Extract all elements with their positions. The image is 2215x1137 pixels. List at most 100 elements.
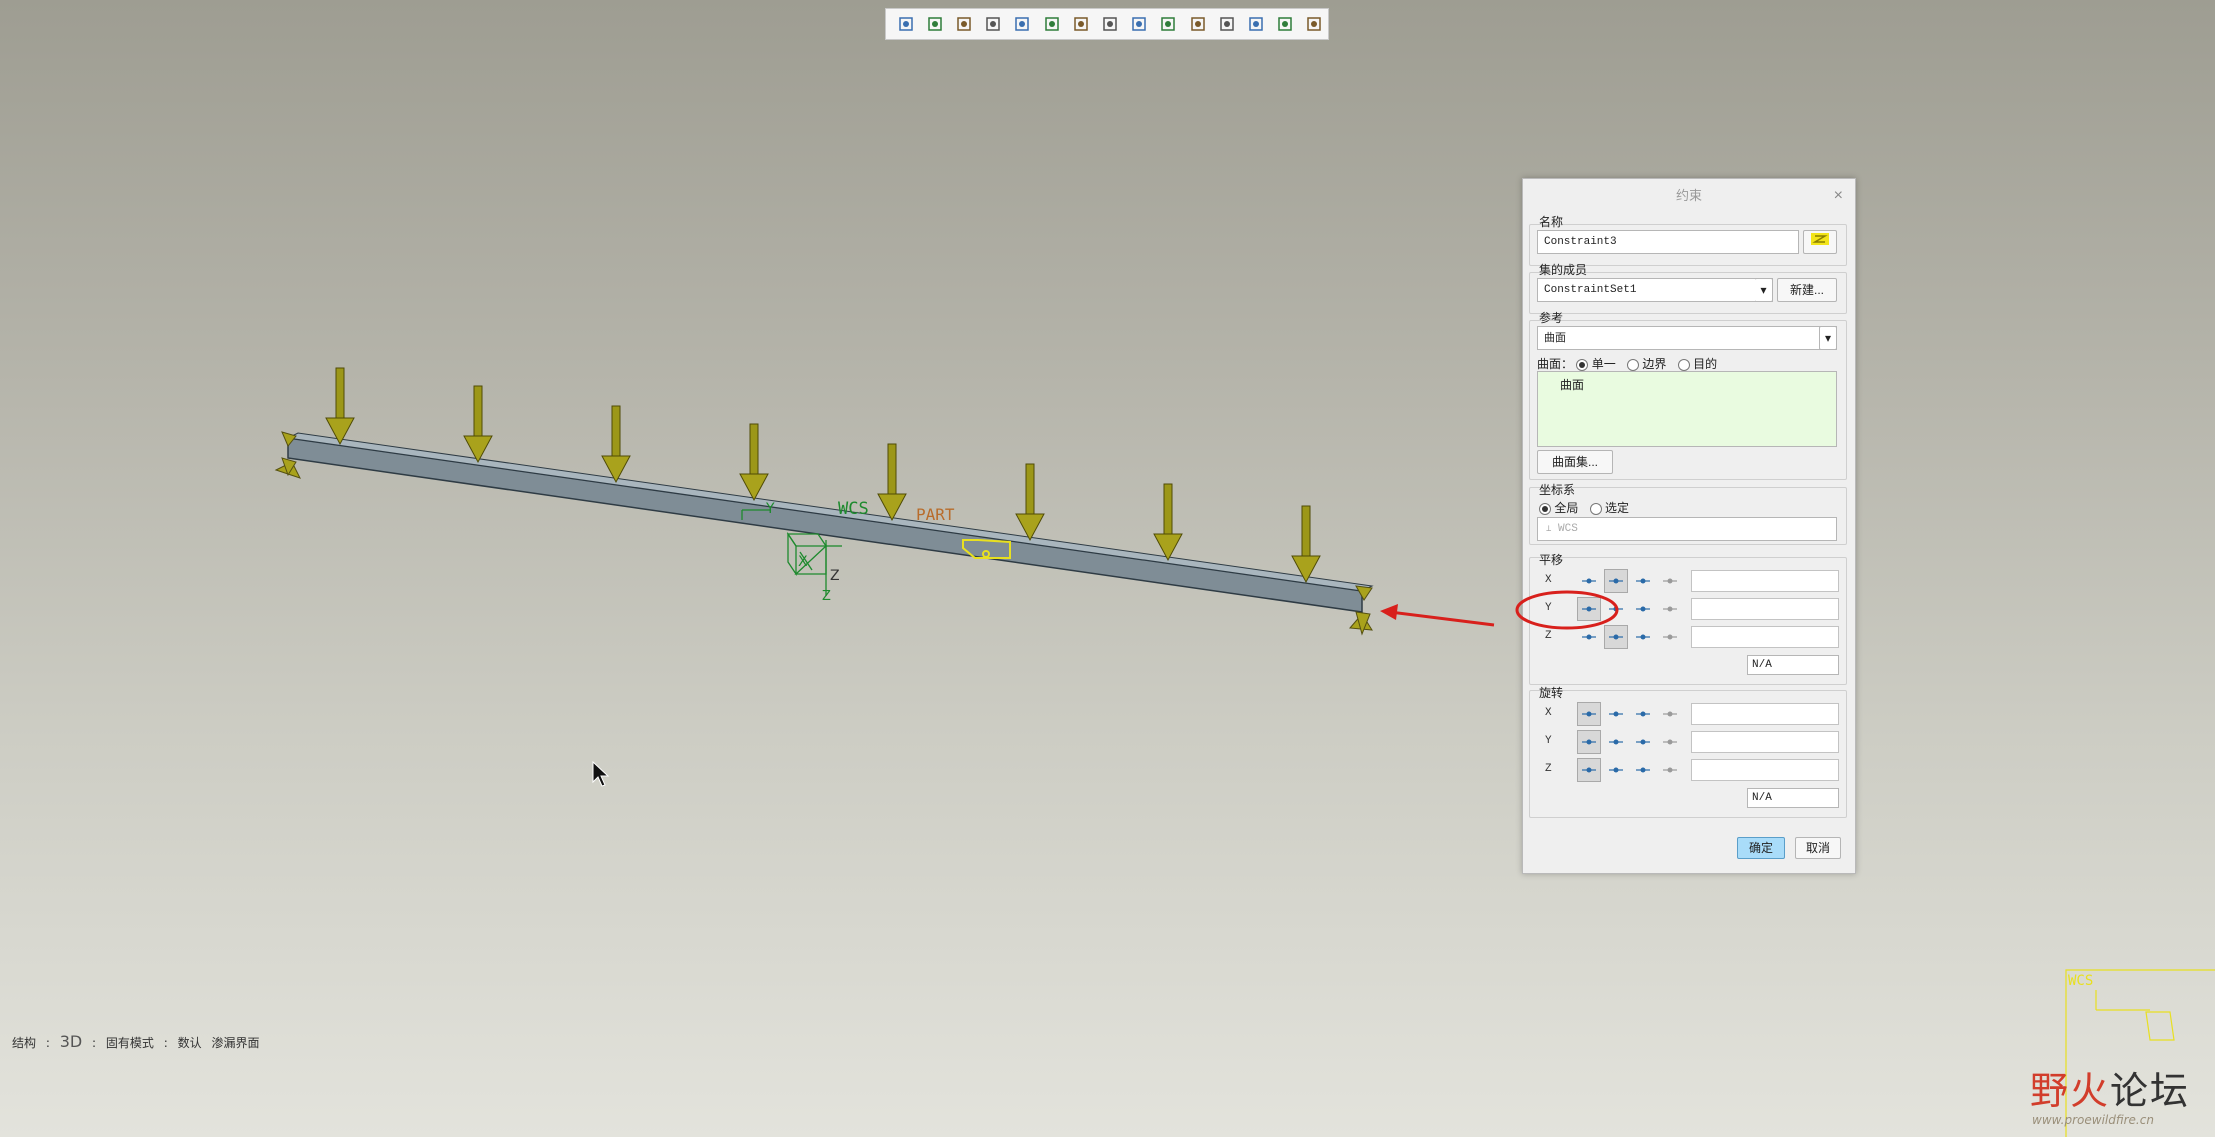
graphics-window[interactable]: WCS PART Y X Z Z WCS [0, 0, 2215, 1137]
fixed-rot-icon[interactable] [1604, 702, 1628, 726]
repaint-icon[interactable] [980, 11, 1007, 37]
trans-value-input[interactable] [1691, 626, 1839, 648]
radio-intent-label: 目的 [1693, 357, 1718, 371]
load-arrow [601, 405, 631, 484]
trans-na-field[interactable]: N/A [1747, 655, 1839, 675]
collector-item[interactable]: 曲面 [1538, 372, 1836, 393]
dialog-title: 约束 [1675, 188, 1702, 203]
load-arrow [1291, 505, 1321, 584]
prescribed-icon[interactable] [1631, 625, 1655, 649]
axis-x-label: X [798, 554, 808, 570]
load-color-icon [1811, 233, 1829, 245]
radio-intent[interactable] [1677, 358, 1690, 371]
radio-boundary[interactable] [1627, 358, 1640, 371]
annotation-arrow [1380, 604, 1495, 627]
color-swatch-button[interactable] [1803, 230, 1837, 254]
trans-axis-label: X [1545, 574, 1552, 586]
prescribed-rot-icon[interactable] [1631, 702, 1655, 726]
close-icon[interactable]: × [1834, 187, 1843, 205]
surface-options: 曲面： 单一 边界 目的 [1537, 355, 1717, 372]
csys-value: WCS [1558, 523, 1578, 535]
reference-type-select[interactable]: 曲面 [1537, 326, 1837, 350]
reference-label: 参考 [1539, 311, 1564, 325]
status-structure: 结构 [12, 1036, 37, 1050]
free-rot-icon[interactable] [1577, 730, 1601, 754]
surface-opt-label: 曲面： [1537, 357, 1574, 371]
free-rot-icon[interactable] [1577, 702, 1601, 726]
fixed-rot-icon[interactable] [1604, 758, 1628, 782]
rotation-label: 旋转 [1539, 686, 1564, 700]
periodic-icon[interactable] [1658, 625, 1682, 649]
status-sep: : [45, 1036, 50, 1050]
annotation-display-icon[interactable] [1155, 11, 1182, 37]
cancel-button[interactable]: 取消 [1795, 837, 1841, 859]
surface-collector[interactable]: 曲面 [1537, 371, 1837, 447]
periodic-rot-icon[interactable] [1658, 758, 1682, 782]
mouse-cursor [592, 760, 610, 787]
load-arrow [739, 423, 769, 502]
part-label: PART [916, 505, 955, 524]
load-arrow [877, 443, 907, 522]
fixed-rot-icon[interactable] [1604, 730, 1628, 754]
translation-label: 平移 [1539, 553, 1564, 567]
prescribed-icon[interactable] [1631, 569, 1655, 593]
name-input[interactable]: Constraint3 [1537, 230, 1799, 254]
new-set-button[interactable]: 新建... [1777, 278, 1837, 302]
axis-z-label-2: Z [822, 589, 831, 604]
rot-axis-label: Z [1545, 763, 1552, 775]
prescribed-icon[interactable] [1631, 597, 1655, 621]
wcs-label: WCS [838, 499, 869, 519]
rot-value-input[interactable] [1691, 703, 1839, 725]
saved-views-icon[interactable] [1038, 11, 1065, 37]
csys-options: 全局 选定 [1539, 499, 1629, 516]
radio-selected[interactable] [1589, 502, 1602, 515]
free-rot-icon[interactable] [1577, 758, 1601, 782]
view-manager-icon[interactable] [1067, 11, 1094, 37]
rot-axis-label: Y [1545, 735, 1552, 747]
zoom-in-icon[interactable] [921, 11, 948, 37]
prescribed-rot-icon[interactable] [1631, 730, 1655, 754]
section-icon[interactable] [1096, 11, 1123, 37]
display-style-icon[interactable] [1009, 11, 1036, 37]
set-select[interactable]: ConstraintSet1 [1537, 278, 1773, 302]
zoom-out-icon[interactable] [950, 11, 977, 37]
status-sep: : [92, 1036, 97, 1050]
radio-selected-label: 选定 [1605, 501, 1630, 515]
status-bar: 结构 : 3D : 固有模式 : 数认 渗漏界面 [12, 1032, 266, 1051]
status-sep: : [163, 1036, 168, 1050]
trans-value-input[interactable] [1691, 598, 1839, 620]
periodic-rot-icon[interactable] [1658, 730, 1682, 754]
spin-center-icon[interactable] [1184, 11, 1211, 37]
view-toolbar [885, 8, 1329, 40]
status-3d: 3D [59, 1032, 83, 1051]
name-label: 名称 [1539, 215, 1564, 229]
radio-single[interactable] [1576, 358, 1589, 371]
reference-dropdown-icon[interactable]: ▾ [1819, 326, 1837, 350]
rot-na-field[interactable]: N/A [1747, 788, 1839, 808]
datum-display-icon[interactable] [1126, 11, 1153, 37]
datum-points-icon[interactable] [1272, 11, 1299, 37]
periodic-icon[interactable] [1658, 569, 1682, 593]
rot-value-input[interactable] [1691, 759, 1839, 781]
axis-y-label: Y [765, 501, 775, 517]
beam-model[interactable] [286, 432, 1374, 613]
constraint-dialog: 约束 × 名称 Constraint3 集的成员 ConstraintSet1 … [1522, 178, 1856, 874]
periodic-rot-icon[interactable] [1658, 702, 1682, 726]
periodic-icon[interactable] [1658, 597, 1682, 621]
rot-value-input[interactable] [1691, 731, 1839, 753]
prescribed-rot-icon[interactable] [1631, 758, 1655, 782]
trans-value-input[interactable] [1691, 570, 1839, 592]
load-arrow [1153, 483, 1183, 562]
ok-button[interactable]: 确定 [1737, 837, 1785, 859]
refit-icon[interactable] [892, 11, 919, 37]
watermark-url: www.proewildfire.cn [2032, 1113, 2154, 1127]
csys-icon: ⟂ [1546, 524, 1552, 534]
surface-set-button[interactable]: 曲面集... [1537, 450, 1613, 474]
csys-collector[interactable]: ⟂ WCS [1537, 517, 1837, 541]
set-dropdown-icon[interactable]: ▾ [1755, 278, 1773, 302]
datum-axes-icon[interactable] [1242, 11, 1269, 37]
set-label: 集的成员 [1539, 263, 1588, 277]
datum-planes-icon[interactable] [1213, 11, 1240, 37]
csys-display-icon[interactable] [1301, 11, 1328, 37]
radio-global[interactable] [1539, 502, 1551, 515]
